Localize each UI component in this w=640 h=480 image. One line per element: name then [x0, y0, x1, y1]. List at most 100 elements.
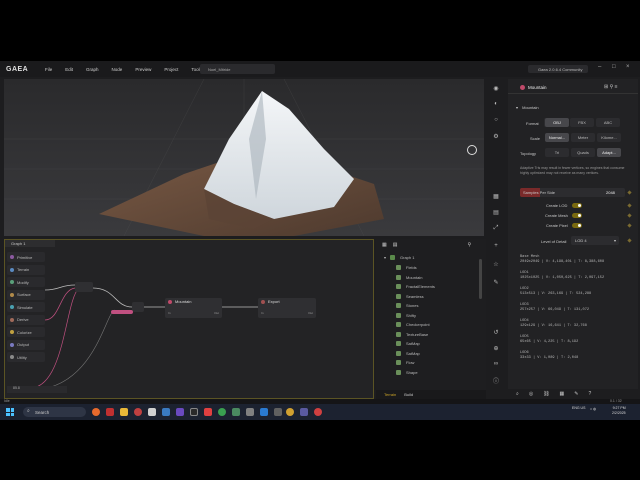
- vscode-icon[interactable]: [260, 408, 268, 416]
- app-icon-light[interactable]: [148, 408, 156, 416]
- help-icon[interactable]: ?: [588, 391, 591, 397]
- selected-wire-badge[interactable]: [111, 310, 133, 314]
- app-icon-blue[interactable]: [300, 408, 308, 416]
- app-icon-circle[interactable]: [134, 408, 142, 416]
- history-icon[interactable]: ↺: [490, 327, 502, 337]
- node-graph[interactable]: Graph 1 Primitive Terrain Modify Surface Sim…: [4, 239, 374, 399]
- grid-icon[interactable]: ▦: [490, 191, 502, 201]
- gaea-taskbar-icon[interactable]: [286, 408, 294, 416]
- close-icon[interactable]: ×: [626, 64, 630, 70]
- lod-level-dropdown[interactable]: LOD 4 ▾: [571, 236, 619, 245]
- brush-icon[interactable]: ✎: [574, 391, 578, 397]
- taskbar-search[interactable]: ⌕ Search: [23, 407, 86, 417]
- file-name-field[interactable]: Noel_Mitride: [200, 64, 275, 74]
- app-icon-purple[interactable]: [176, 408, 184, 416]
- menu-preview[interactable]: Preview: [135, 67, 151, 72]
- node-list-item[interactable]: Mountain: [396, 273, 422, 282]
- mesh-keyframe-icon[interactable]: [627, 213, 632, 218]
- grid-view-icon[interactable]: ▦: [382, 242, 387, 248]
- node-list-root[interactable]: ▾ Graph 1: [384, 253, 414, 262]
- settings-icon[interactable]: ⚙: [490, 131, 502, 141]
- note-icon[interactable]: ✎: [490, 277, 502, 287]
- export-in-port[interactable]: In: [261, 311, 264, 315]
- lod-level-keyframe-icon[interactable]: [627, 238, 632, 243]
- pixel-keyframe-icon[interactable]: [627, 223, 632, 228]
- obs-icon[interactable]: [314, 408, 322, 416]
- clock[interactable]: 9:27 PM 2/2/2025: [612, 406, 626, 416]
- create-lod-toggle[interactable]: [572, 203, 582, 208]
- combine-node[interactable]: [75, 282, 93, 292]
- scale-normal[interactable]: Normal...: [545, 133, 569, 142]
- link-icon[interactable]: ∞: [490, 359, 502, 369]
- node-list-item[interactable]: Shifty: [396, 311, 416, 320]
- create-pixel-toggle[interactable]: [572, 223, 582, 228]
- transform-node[interactable]: [132, 302, 144, 312]
- maximize-icon[interactable]: □: [612, 64, 616, 70]
- props-toolbar-icons[interactable]: ⊞ ⚲ ≡: [604, 84, 618, 90]
- scale-meter[interactable]: Meter: [571, 133, 595, 142]
- mountain-out-port[interactable]: Out: [214, 311, 219, 315]
- node-list-item[interactable]: Checkerpoint: [396, 320, 430, 329]
- app-icon-green[interactable]: [232, 408, 240, 416]
- menu-graph[interactable]: Graph: [86, 67, 99, 72]
- camera-icon[interactable]: ◎: [529, 391, 533, 397]
- terminal-icon[interactable]: [190, 408, 198, 416]
- file-explorer-icon[interactable]: [120, 408, 128, 416]
- format-abc[interactable]: ABC: [596, 118, 620, 127]
- lod-keyframe-icon[interactable]: [627, 203, 632, 208]
- version-badge[interactable]: Gaea 2.0.6.4 Community: [528, 65, 588, 73]
- topology-tri[interactable]: Tri: [545, 148, 569, 157]
- tab-build[interactable]: Build: [404, 392, 413, 397]
- windows-start-icon[interactable]: [6, 408, 14, 416]
- node-list-item[interactable]: Shape: [396, 368, 418, 377]
- camera-icon[interactable]: ◉: [490, 83, 502, 93]
- menu-project[interactable]: Project: [164, 67, 178, 72]
- chrome-icon[interactable]: [218, 408, 226, 416]
- samples-keyframe-icon[interactable]: [627, 190, 632, 195]
- create-mesh-toggle[interactable]: [572, 213, 582, 218]
- light-icon[interactable]: ◐: [490, 99, 502, 109]
- minimize-icon[interactable]: –: [598, 64, 601, 70]
- tab-terrain[interactable]: Terrain: [384, 392, 396, 397]
- sun-icon[interactable]: [467, 145, 477, 155]
- favorite-icon[interactable]: ☆: [490, 259, 502, 269]
- add-node-icon[interactable]: +: [490, 241, 502, 251]
- firefox-icon[interactable]: [92, 408, 100, 416]
- node-list-item[interactable]: Stones: [396, 301, 418, 310]
- link-icon[interactable]: ⛓: [543, 391, 549, 397]
- node-list-scrollbar[interactable]: [479, 259, 482, 299]
- menu-edit[interactable]: Edit: [65, 67, 73, 72]
- expand-icon[interactable]: ⤢: [490, 223, 502, 233]
- section-header[interactable]: ▾ Mountain: [516, 105, 539, 110]
- format-fbx[interactable]: FBX: [570, 118, 594, 127]
- list-view-icon[interactable]: ▤: [393, 242, 398, 248]
- node-list-item[interactable]: SatMap: [396, 349, 420, 358]
- render-icon[interactable]: ○: [490, 115, 502, 125]
- info-icon[interactable]: ⓘ: [490, 375, 502, 385]
- node-list-item[interactable]: Seamless: [396, 292, 424, 301]
- menu-node[interactable]: Node: [112, 67, 123, 72]
- app-icon-dark[interactable]: [274, 408, 282, 416]
- node-list-item[interactable]: Flow: [396, 358, 414, 367]
- node-list-item[interactable]: Fields: [396, 263, 417, 272]
- scale-kilometer[interactable]: Kilome...: [597, 133, 621, 142]
- bake-icon[interactable]: ⊕: [490, 343, 502, 353]
- export-node[interactable]: Export In Out: [258, 298, 316, 318]
- menu-file[interactable]: File: [45, 67, 52, 72]
- steam-icon[interactable]: [162, 408, 170, 416]
- 3d-viewport[interactable]: [4, 79, 484, 236]
- layers-icon[interactable]: ▤: [490, 207, 502, 217]
- topology-quads[interactable]: Quads: [571, 148, 595, 157]
- node-list-item[interactable]: FractalElements: [396, 282, 435, 291]
- language-indicator[interactable]: ENG US: [572, 406, 585, 411]
- app-icon-gray[interactable]: [246, 408, 254, 416]
- grid-icon[interactable]: ▦: [560, 391, 565, 397]
- format-obj-active[interactable]: OBJ: [545, 118, 569, 127]
- app-icon-red[interactable]: [106, 408, 114, 416]
- mountain-node[interactable]: Mountain In Out: [165, 298, 222, 318]
- export-out-port[interactable]: Out: [308, 311, 313, 315]
- node-list-item[interactable]: TextureBase: [396, 330, 428, 339]
- search-icon[interactable]: ⌕: [516, 391, 519, 397]
- pin-icon[interactable]: ⚲: [467, 242, 471, 248]
- mountain-in-port[interactable]: In: [168, 311, 171, 315]
